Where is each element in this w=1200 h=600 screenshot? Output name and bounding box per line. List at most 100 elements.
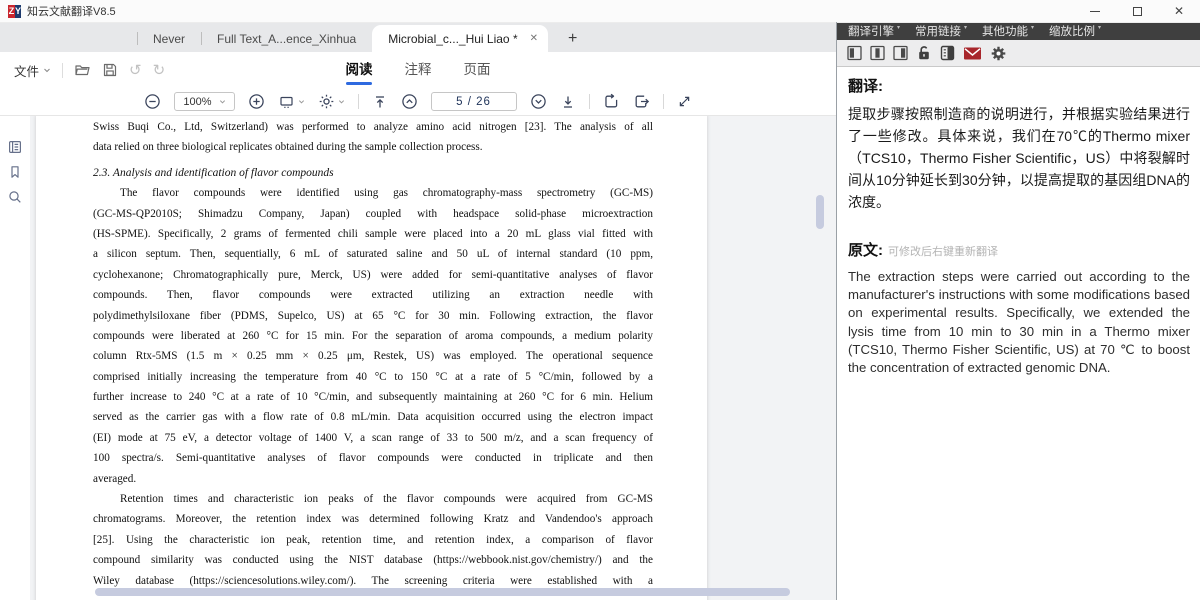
app-window: Z Y 知云文献翻译V8.5 ✕ Never Full Text_A...ence…: [0, 0, 1200, 600]
maximize-button[interactable]: [1116, 0, 1158, 22]
page-number-value: 5 / 26: [456, 96, 491, 108]
close-button[interactable]: ✕: [1158, 0, 1200, 22]
next-page-button[interactable]: [530, 93, 547, 110]
scroll-top-button[interactable]: [372, 94, 388, 110]
document-text-line: (GC-MS-QP2010S; Shimadzu Company, Japan)…: [93, 204, 653, 224]
lock-button[interactable]: [916, 45, 932, 61]
translation-content: 翻译: 提取步骤按照制造商的说明进行，并根据实验结果进行了一些修改。具体来说，我…: [837, 67, 1200, 377]
caret-down-icon: ▾: [897, 23, 900, 33]
expand-icon: [677, 94, 692, 109]
tab-page[interactable]: 页面: [464, 52, 491, 88]
translator-menu-item[interactable]: 翻译引擎▾: [848, 23, 900, 39]
brightness-button[interactable]: [318, 93, 345, 110]
thumbnail-panel-button[interactable]: [7, 139, 23, 155]
redo-icon: ↻: [153, 63, 166, 78]
download-button[interactable]: [560, 94, 576, 110]
vertical-scrollbar-thumb[interactable]: [816, 195, 824, 229]
document-tab[interactable]: Full Text_A...ence_Xinhua: [201, 25, 372, 52]
document-tab[interactable]: Microbial_c..._Hui Liao * ✕: [372, 25, 548, 52]
document-text-line: [25]. Using the characteristic ion peak,…: [93, 530, 653, 550]
document-text-line: a silicon septum. Then, sequentially, 6 …: [93, 244, 653, 264]
mail-button[interactable]: [963, 46, 982, 61]
document-text-line: chromatograms. Moreover, the retention i…: [93, 509, 653, 529]
split-view-right-icon: [893, 45, 908, 61]
document-text-line: averaged.: [93, 469, 653, 489]
maximize-icon: [1133, 7, 1142, 16]
original-text: The extraction steps were carried out ac…: [848, 268, 1190, 377]
translator-menu-item[interactable]: 常用链接▾: [915, 23, 967, 39]
pdf-page-text: Swiss Buqi Co., Ltd, Switzerland) was pe…: [93, 117, 653, 591]
document-text-line: cyclohexanone; Chromatographically pure,…: [93, 265, 653, 285]
translator-menu: 翻译引擎▾常用链接▾其他功能▾缩放比例▾: [837, 22, 1200, 40]
original-label: 原文:: [848, 239, 883, 260]
bookmark-panel-button[interactable]: [7, 164, 23, 180]
minimize-button[interactable]: [1074, 0, 1116, 22]
file-menu[interactable]: 文件: [14, 61, 51, 80]
scroll-top-icon: [372, 94, 388, 110]
document-tab[interactable]: Never: [137, 25, 201, 52]
settings-button[interactable]: [990, 45, 1007, 62]
document-text-line: Retention times and characteristic ion p…: [93, 489, 653, 509]
menu-item-label: 缩放比例: [1049, 23, 1095, 39]
zoom-level-select[interactable]: 100%: [174, 92, 234, 111]
file-menu-label: 文件: [14, 61, 39, 80]
prev-page-button[interactable]: [401, 93, 418, 110]
toolbar-divider: [663, 94, 664, 109]
document-text-line: (HS-SPME). Specifically, 2 grams of ferm…: [93, 224, 653, 244]
translator-menu-item[interactable]: 其他功能▾: [982, 23, 1034, 39]
bookmark-panel-icon: [7, 164, 23, 180]
rotate-page-button[interactable]: [603, 93, 620, 110]
notebook-button[interactable]: [940, 45, 955, 61]
document-text-line: (EI) mode at 75 eV, a detector voltage o…: [93, 428, 653, 448]
zoom-in-button[interactable]: [248, 93, 265, 110]
menu-item-label: 翻译引擎: [848, 23, 894, 39]
document-text-line: column Rtx-5MS (1.5 m × 0.25 mm × 0.25 μ…: [93, 346, 653, 366]
undo-icon: ↺: [129, 63, 142, 78]
undo-button[interactable]: ↺: [129, 63, 142, 78]
split-view-right-button[interactable]: [893, 45, 908, 61]
tab-label: Full Text_A...ence_Xinhua: [217, 32, 356, 46]
redo-button[interactable]: ↻: [153, 63, 166, 78]
document-text-line: compounds. Then, flavor compounds were e…: [93, 285, 653, 305]
extract-page-icon: [633, 93, 650, 110]
section-heading: 2.3. Analysis and identification of flav…: [93, 163, 653, 183]
pdf-viewport[interactable]: Swiss Buqi Co., Ltd, Switzerland) was pe…: [30, 115, 836, 600]
split-view-left-button[interactable]: [847, 45, 862, 61]
expand-button[interactable]: [677, 94, 692, 109]
translator-menu-item[interactable]: 缩放比例▾: [1049, 23, 1101, 39]
tab-close-icon[interactable]: ✕: [530, 33, 538, 44]
zoom-level-value: 100%: [183, 96, 211, 108]
document-text-line: comprised initially increasing the tempe…: [93, 367, 653, 387]
split-view-center-button[interactable]: [870, 45, 885, 61]
settings-gear-icon: [990, 45, 1007, 62]
document-text-line: 100 spectra/s. Semi-quantitative analyse…: [93, 448, 653, 468]
page-view-button[interactable]: [278, 94, 305, 110]
tab-label: Microbial_c..._Hui Liao *: [388, 32, 517, 46]
caret-down-icon: ▾: [964, 23, 967, 33]
view-tab-label: 阅读: [346, 62, 373, 77]
search-panel-button[interactable]: [7, 189, 23, 205]
view-tab-label: 注释: [405, 62, 432, 77]
menu-item-label: 其他功能: [982, 23, 1028, 39]
main-toolbar: 文件 ↺ ↻ 阅读 注释 页面: [0, 52, 836, 88]
new-tab-button[interactable]: +: [564, 31, 581, 47]
horizontal-scrollbar-thumb[interactable]: [95, 588, 790, 596]
search-panel-icon: [7, 189, 23, 205]
chevron-down-icon: [219, 98, 226, 105]
title-bar: Z Y 知云文献翻译V8.5 ✕: [0, 0, 1200, 23]
page-number-input[interactable]: 5 / 26: [431, 92, 517, 111]
extract-page-button[interactable]: [633, 93, 650, 110]
open-folder-icon: [74, 62, 91, 78]
rotate-page-icon: [603, 93, 620, 110]
pdf-sidebar: [0, 115, 30, 600]
save-button[interactable]: [102, 62, 118, 78]
document-text-line: served as the carrier gas with a flow ra…: [93, 407, 653, 427]
tab-reading[interactable]: 阅读: [346, 52, 373, 88]
open-folder-button[interactable]: [74, 62, 91, 78]
page-view-icon: [278, 94, 295, 110]
translation-panel: 翻译引擎▾常用链接▾其他功能▾缩放比例▾: [837, 22, 1200, 600]
zoom-out-button[interactable]: [144, 93, 161, 110]
minimize-icon: [1090, 11, 1100, 12]
window-controls: ✕: [1074, 0, 1200, 22]
tab-annotation[interactable]: 注释: [405, 52, 432, 88]
